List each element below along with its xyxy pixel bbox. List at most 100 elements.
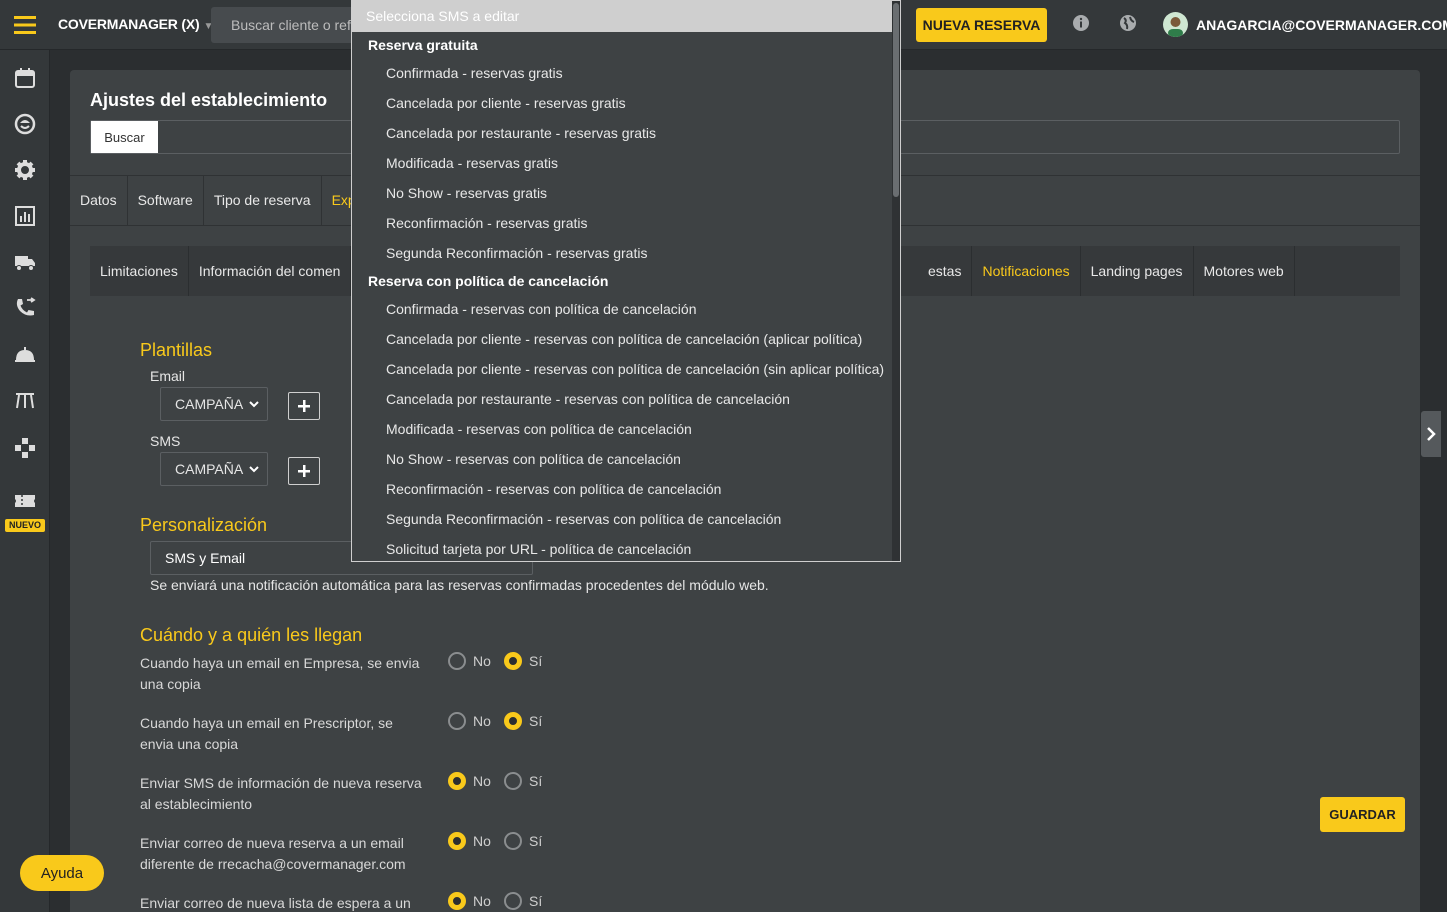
- dropdown-scrollbar[interactable]: [892, 1, 900, 561]
- add-email-template-button[interactable]: [288, 392, 320, 420]
- plus-icon: [298, 400, 310, 412]
- dropdown-option[interactable]: Cancelada por restaurante - reservas con…: [352, 384, 900, 414]
- client-search-input[interactable]: Buscar cliente o ref: [211, 7, 361, 43]
- radio-dot: [504, 772, 522, 790]
- service-bell-icon[interactable]: [14, 343, 36, 365]
- subtab-limitaciones[interactable]: Limitaciones: [90, 246, 189, 296]
- table-icon[interactable]: [14, 389, 36, 411]
- dropdown-option[interactable]: Modificada - reservas con política de ca…: [352, 414, 900, 444]
- radio-label: Sí: [529, 713, 543, 729]
- venue-selector[interactable]: COVERMANAGER (X) ▼: [58, 16, 213, 32]
- radio-dot: [504, 712, 522, 730]
- radio-dot: [448, 712, 466, 730]
- dropdown-option[interactable]: Cancelada por restaurante - reservas gra…: [352, 118, 900, 148]
- radio-dot: [448, 892, 466, 910]
- sms-template-select[interactable]: CAMPAÑA: [160, 452, 268, 486]
- radio-label: Sí: [529, 773, 543, 789]
- radio-label: No: [473, 653, 491, 669]
- avatar: [1163, 12, 1188, 37]
- sms-template-value: CAMPAÑA: [175, 461, 244, 477]
- user-menu[interactable]: ANAGARCIA@COVERMANAGER.COM ▼: [1163, 12, 1447, 37]
- subtab-landing-pages[interactable]: Landing pages: [1081, 246, 1194, 296]
- dropdown-option[interactable]: Reconfirmación - reservas gratis: [352, 208, 900, 238]
- radio-si[interactable]: Sí: [504, 772, 542, 790]
- globe-icon[interactable]: [1119, 14, 1137, 32]
- radio-no[interactable]: No: [448, 772, 491, 790]
- question-label: Enviar correo de nueva reserva a un emai…: [140, 835, 406, 872]
- tab-tipo-de-reserva[interactable]: Tipo de reserva: [204, 176, 322, 225]
- radio-no[interactable]: No: [448, 712, 491, 730]
- dropdown-option[interactable]: Solicitud tarjeta por URL - política de …: [352, 534, 900, 561]
- ticket-icon[interactable]: [14, 490, 36, 512]
- question-label: Cuando haya un email en Prescriptor, se …: [140, 715, 393, 752]
- radio-label: No: [473, 833, 491, 849]
- subtab-motores-web[interactable]: Motores web: [1194, 246, 1295, 296]
- radio-si[interactable]: Sí: [504, 892, 542, 910]
- radio-dot: [448, 652, 466, 670]
- truck-icon[interactable]: [14, 251, 36, 273]
- chevron-down-icon: [249, 401, 259, 408]
- subtab-notificaciones[interactable]: Notificaciones: [972, 246, 1081, 296]
- page-title: Ajustes del establecimiento: [90, 90, 328, 110]
- gear-icon[interactable]: [14, 159, 36, 181]
- expand-panel-handle[interactable]: [1421, 411, 1441, 457]
- email-label: Email: [150, 368, 186, 384]
- venue-name: COVERMANAGER (X): [58, 16, 200, 32]
- dropdown-option[interactable]: Confirmada - reservas gratis: [352, 58, 900, 88]
- dropdown-header: Selecciona SMS a editar: [352, 1, 900, 32]
- radio-dot: [448, 832, 466, 850]
- dropdown-option[interactable]: No Show - reservas con política de cance…: [352, 444, 900, 474]
- dropdown-option[interactable]: Modificada - reservas gratis: [352, 148, 900, 178]
- email-template-value: CAMPAÑA: [175, 396, 244, 412]
- personalizacion-help: Se enviará una notificación automática p…: [150, 577, 769, 593]
- left-sidebar: NUEVO: [0, 50, 50, 912]
- new-badge: NUEVO: [5, 519, 45, 532]
- scrollbar-thumb[interactable]: [893, 3, 899, 197]
- dropdown-option[interactable]: Segunda Reconfirmación - reservas con po…: [352, 504, 900, 534]
- smiley-icon[interactable]: [14, 113, 36, 135]
- help-button[interactable]: Ayuda: [20, 855, 104, 891]
- radio-si[interactable]: Sí: [504, 832, 542, 850]
- phone-transfer-icon[interactable]: [14, 297, 36, 319]
- radio-no[interactable]: No: [448, 892, 491, 910]
- add-sms-template-button[interactable]: [288, 457, 320, 485]
- tab-datos[interactable]: Datos: [70, 176, 128, 225]
- subtab-encuestas[interactable]: estas: [918, 246, 973, 296]
- dropdown-option[interactable]: Confirmada - reservas con política de ca…: [352, 294, 900, 324]
- tab-software[interactable]: Software: [128, 176, 204, 225]
- search-button[interactable]: Buscar: [91, 121, 158, 153]
- question-label: Enviar SMS de información de nueva reser…: [140, 775, 422, 812]
- radio-dot: [504, 652, 522, 670]
- calendar-icon[interactable]: [14, 67, 36, 89]
- info-icon[interactable]: [1072, 14, 1090, 32]
- sms-label: SMS: [150, 433, 181, 449]
- plus-icon: [298, 465, 310, 477]
- radio-si[interactable]: Sí: [504, 712, 542, 730]
- dropdown-option[interactable]: Reconfirmación - reservas con política d…: [352, 474, 900, 504]
- radio-label: Sí: [529, 653, 543, 669]
- cuando-title: Cuándo y a quién les llegan: [140, 625, 363, 645]
- chevron-down-icon: [249, 466, 259, 473]
- radio-dot: [504, 832, 522, 850]
- radio-si[interactable]: Sí: [504, 652, 542, 670]
- dropdown-option[interactable]: Segunda Reconfirmación - reservas gratis: [352, 238, 900, 268]
- radio-no[interactable]: No: [448, 832, 491, 850]
- email-template-select[interactable]: CAMPAÑA: [160, 387, 268, 421]
- bar-chart-icon[interactable]: [14, 205, 36, 227]
- subtab-informacion-comensal[interactable]: Información del comen: [189, 246, 352, 296]
- new-booking-button[interactable]: NUEVA RESERVA: [916, 8, 1047, 42]
- dropdown-list: Reserva gratuita Confirmada - reservas gr…: [352, 32, 900, 561]
- radio-no[interactable]: No: [448, 652, 491, 670]
- dropdown-option[interactable]: No Show - reservas gratis: [352, 178, 900, 208]
- chevron-right-icon: [1427, 427, 1436, 441]
- menu-icon[interactable]: [0, 0, 50, 50]
- save-button[interactable]: GUARDAR: [1320, 797, 1405, 832]
- question-label: Enviar correo de nueva lista de espera a…: [140, 895, 411, 911]
- dropdown-option[interactable]: Cancelada por cliente - reservas gratis: [352, 88, 900, 118]
- integrations-icon[interactable]: [14, 437, 36, 459]
- dropdown-option[interactable]: Cancelada por cliente - reservas con pol…: [352, 324, 900, 354]
- dropdown-option[interactable]: Cancelada por cliente - reservas con pol…: [352, 354, 900, 384]
- radio-label: No: [473, 713, 491, 729]
- plantillas-title: Plantillas: [140, 340, 213, 360]
- personalizacion-title: Personalización: [140, 515, 268, 535]
